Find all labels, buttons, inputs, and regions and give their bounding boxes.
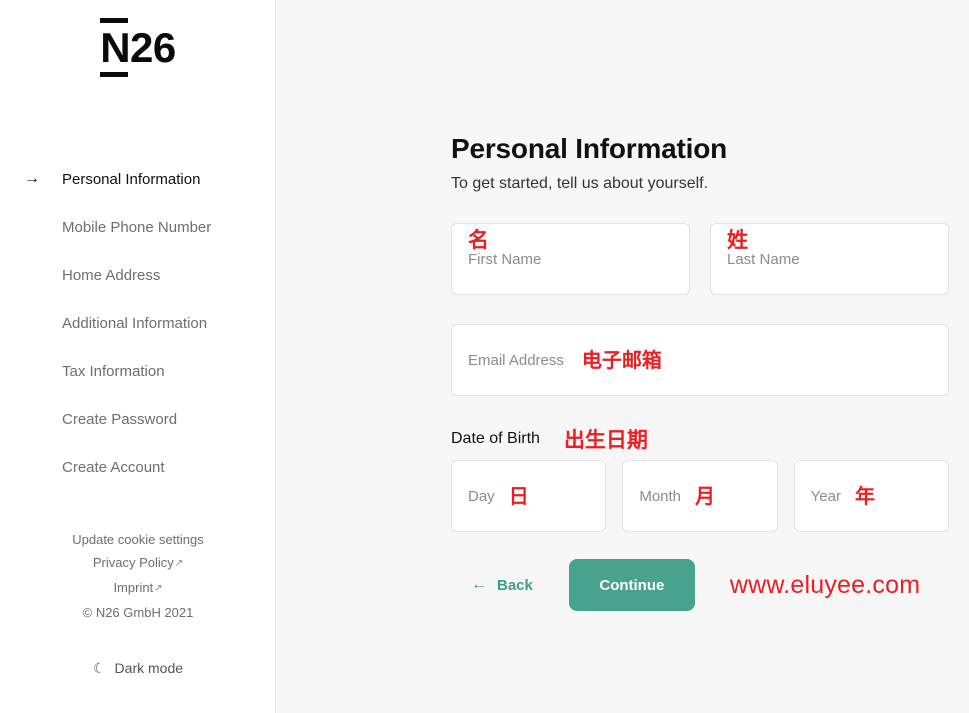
personal-information-form: Personal Information To get started, tel… xyxy=(451,132,949,612)
dark-mode-toggle[interactable]: ☾ Dark mode xyxy=(0,660,276,676)
last-name-input[interactable]: 姓 Last Name xyxy=(710,223,949,296)
email-annotation: 电子邮箱 xyxy=(581,348,662,373)
sidebar-item-label: Additional Information xyxy=(62,314,208,332)
update-cookie-settings-link[interactable]: Update cookie settings xyxy=(0,528,276,551)
sidebar-item-label: Mobile Phone Number xyxy=(62,218,212,236)
arrow-right-icon: → xyxy=(24,170,40,187)
sidebar-item-tax-information[interactable]: Tax Information xyxy=(0,347,276,395)
sidebar-item-personal-information[interactable]: → Personal Information xyxy=(0,155,276,203)
email-placeholder: Email Address xyxy=(468,351,564,369)
sidebar-item-label: Tax Information xyxy=(62,362,165,380)
last-name-placeholder: Last Name xyxy=(727,250,800,268)
date-of-birth-label-row: Date of Birth 出生日期 xyxy=(451,426,949,453)
sidebar-footer: Update cookie settings Privacy Policy↗ I… xyxy=(0,528,276,676)
sidebar-item-create-account[interactable]: Create Account xyxy=(0,443,276,491)
sidebar-item-additional-information[interactable]: Additional Information xyxy=(0,299,276,347)
email-input[interactable]: Email Address 电子邮箱 xyxy=(451,324,949,397)
year-placeholder: Year xyxy=(810,487,841,505)
page-subtitle: To get started, tell us about yourself. xyxy=(451,174,709,192)
last-name-annotation: 姓 xyxy=(727,228,748,253)
sidebar: N26 → Personal Information Mobile Phone … xyxy=(0,0,276,713)
external-link-icon: ↗ xyxy=(174,558,184,569)
sidebar-item-label: Personal Information xyxy=(62,170,201,188)
copyright-text: © N26 GmbH 2021 xyxy=(82,605,194,620)
brand-logo[interactable]: N26 xyxy=(0,18,276,77)
back-label: Back xyxy=(497,576,533,594)
external-link-icon: ↗ xyxy=(154,583,163,594)
sidebar-item-label: Create Password xyxy=(62,410,178,428)
n26-logo-text: N26 xyxy=(100,18,176,77)
date-of-birth-label: Date of Birth xyxy=(451,430,540,448)
name-row: 名 First Name 姓 Last Name xyxy=(451,223,949,296)
day-annotation: 日 xyxy=(508,484,529,509)
sidebar-item-home-address[interactable]: Home Address xyxy=(0,251,276,299)
month-placeholder: Month xyxy=(639,487,682,505)
first-name-placeholder: First Name xyxy=(468,250,542,268)
privacy-policy-label: Privacy Policy xyxy=(92,555,174,570)
month-annotation: 月 xyxy=(695,484,716,509)
email-row: Email Address 电子邮箱 xyxy=(451,324,949,397)
sidebar-item-label: Home Address xyxy=(62,266,161,284)
moon-icon: ☾ xyxy=(92,660,106,676)
date-of-birth-row: Day 日 Month 月 Year 年 xyxy=(451,460,949,533)
sidebar-item-label: Create Account xyxy=(62,458,165,476)
day-input[interactable]: Day 日 xyxy=(451,460,607,533)
watermark-text: www.eluyee.com xyxy=(729,570,921,599)
day-placeholder: Day xyxy=(468,487,495,505)
sidebar-item-create-password[interactable]: Create Password xyxy=(0,395,276,443)
back-button[interactable]: ← Back xyxy=(467,569,537,602)
privacy-policy-link[interactable]: Privacy Policy↗ xyxy=(0,551,276,576)
first-name-annotation: 名 xyxy=(468,228,489,253)
sidebar-item-mobile-phone-number[interactable]: Mobile Phone Number xyxy=(0,203,276,251)
year-annotation: 年 xyxy=(854,484,875,509)
imprint-link[interactable]: Imprint↗ xyxy=(0,576,276,601)
date-of-birth-annotation: 出生日期 xyxy=(563,428,648,453)
month-input[interactable]: Month 月 xyxy=(622,460,778,533)
first-name-input[interactable]: 名 First Name xyxy=(451,223,690,296)
signup-page: N26 → Personal Information Mobile Phone … xyxy=(0,0,969,713)
continue-button[interactable]: Continue xyxy=(568,559,695,612)
page-title: Personal Information xyxy=(451,133,728,164)
imprint-label: Imprint xyxy=(113,580,154,595)
dark-mode-label: Dark mode xyxy=(114,660,184,676)
form-actions: ← Back Continue www.eluyee.com xyxy=(451,559,949,612)
arrow-left-icon: ← xyxy=(471,576,487,594)
year-input[interactable]: Year 年 xyxy=(793,460,949,533)
main-content: Personal Information To get started, tel… xyxy=(276,0,969,713)
onboarding-steps-nav: → Personal Information Mobile Phone Numb… xyxy=(0,155,276,491)
